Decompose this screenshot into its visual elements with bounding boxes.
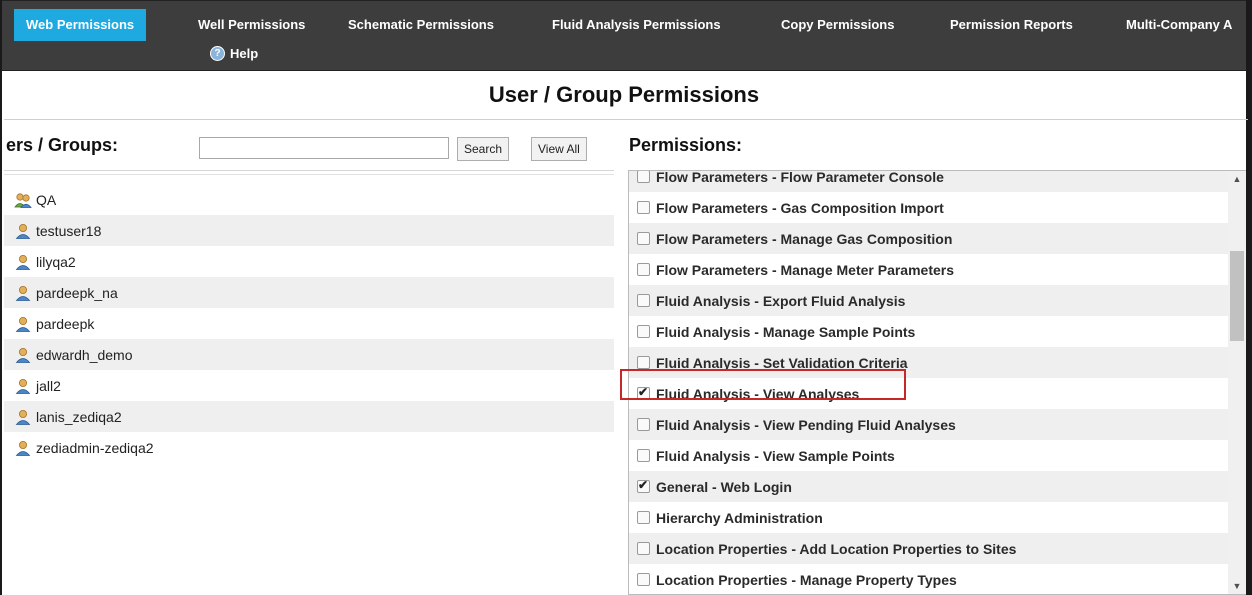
permission-label: Fluid Analysis - View Analyses [656,385,860,402]
users-groups-heading: ers / Groups: [6,135,119,155]
question-circle-icon: ? [210,46,225,61]
tab-web-permissions[interactable]: Web Permissions [14,9,147,41]
search-input[interactable] [199,137,449,159]
permissions-list: Flow Parameters - Flow Parameter Console… [628,170,1246,595]
permission-row: Flow Parameters - Gas Composition Import [629,192,1229,223]
list-divider [4,170,614,171]
tab-fluid-analysis-permissions[interactable]: Fluid Analysis Permissions [552,9,721,41]
permission-checkbox[interactable] [637,478,650,493]
permission-row: Fluid Analysis - View Analyses [629,378,1229,409]
search-button[interactable]: Search [457,137,510,161]
permission-row: Fluid Analysis - Set Validation Criteria [629,347,1229,378]
permission-row: Flow Parameters - Manage Gas Composition [629,223,1229,254]
user-name: testuser18 [36,222,102,239]
permission-row: Fluid Analysis - View Pending Fluid Anal… [629,409,1229,440]
permission-checkbox[interactable] [637,232,650,245]
tab-schematic-permissions[interactable]: Schematic Permissions [348,9,494,41]
group-icon [14,192,32,208]
user-list-item[interactable]: lanis_zediqa2 [4,401,614,432]
scroll-up-arrow-icon[interactable]: ▲ [1228,171,1246,187]
permission-label: Fluid Analysis - Manage Sample Points [656,323,916,340]
permission-checkbox[interactable] [637,542,650,555]
user-list-item[interactable]: pardeepk [4,308,614,339]
user-icon [14,409,32,425]
user-list-item[interactable]: edwardh_demo [4,339,614,370]
user-list-item[interactable]: QA [4,184,614,215]
user-icon [14,316,32,332]
tab-copy-permissions[interactable]: Copy Permissions [781,9,894,41]
user-list-item[interactable]: zediadmin-zediqa2 [4,432,614,463]
tab-multi-company[interactable]: Multi-Company A [1126,9,1232,41]
permission-label: Location Properties - Manage Property Ty… [656,571,957,588]
permission-label: Fluid Analysis - View Pending Fluid Anal… [656,416,956,433]
user-list-item[interactable]: pardeepk_na [4,277,614,308]
tab-well-permissions[interactable]: Well Permissions [198,9,305,41]
permission-label: Fluid Analysis - Export Fluid Analysis [656,292,906,309]
permission-label: Fluid Analysis - View Sample Points [656,447,895,464]
permission-label: Fluid Analysis - Set Validation Criteria [656,354,908,371]
app-window: Web Permissions Well Permissions Schemat… [0,0,1252,595]
user-list-item[interactable]: testuser18 [4,215,614,246]
permission-checkbox[interactable] [637,511,650,524]
permission-label: General - Web Login [656,478,792,495]
permission-row: Flow Parameters - Manage Meter Parameter… [629,254,1229,285]
permission-checkbox[interactable] [637,294,650,307]
help-link[interactable]: ? Help [210,46,258,61]
permission-row: Location Properties - Manage Property Ty… [629,564,1229,594]
permission-checkbox[interactable] [637,263,650,276]
user-icon [14,378,32,394]
permission-label: Hierarchy Administration [656,509,823,526]
permission-label: Flow Parameters - Manage Gas Composition [656,230,953,247]
permission-row: Fluid Analysis - View Sample Points [629,440,1229,471]
user-name: edwardh_demo [36,346,133,363]
nav-divider [2,70,1246,71]
permission-checkbox[interactable] [637,418,650,431]
user-icon [14,223,32,239]
help-label: Help [230,46,259,61]
permission-row: Location Properties - Add Location Prope… [629,533,1229,564]
permission-row: Fluid Analysis - Manage Sample Points [629,316,1229,347]
top-nav-bar: Web Permissions Well Permissions Schemat… [2,0,1246,71]
permission-checkbox[interactable] [637,385,650,400]
permission-checkbox[interactable] [637,573,650,586]
permission-row: Fluid Analysis - Export Fluid Analysis [629,285,1229,316]
permission-label: Flow Parameters - Manage Meter Parameter… [656,261,955,278]
user-name: jall2 [36,377,61,394]
permission-checkbox[interactable] [637,356,650,369]
tab-permission-reports[interactable]: Permission Reports [950,9,1073,41]
view-all-button[interactable]: View All [531,137,587,161]
user-list-item[interactable]: jall2 [4,370,614,401]
user-list-item[interactable]: lilyqa2 [4,246,614,277]
permission-checkbox[interactable] [637,201,650,214]
page-title: User / Group Permissions [488,82,760,107]
user-name: lilyqa2 [36,253,76,270]
scroll-down-arrow-icon[interactable]: ▼ [1228,578,1246,594]
user-name: pardeepk [36,315,95,332]
permission-label: Location Properties - Add Location Prope… [656,540,1017,557]
user-icon [14,254,32,270]
permission-label: Flow Parameters - Gas Composition Import [656,199,944,216]
user-name: zediadmin-zediqa2 [36,439,154,456]
permission-checkbox[interactable] [637,171,650,183]
user-icon [14,347,32,363]
permission-row: General - Web Login [629,471,1229,502]
permissions-scrollbar[interactable]: ▲ ▼ [1228,171,1246,594]
permission-checkbox[interactable] [637,449,650,462]
permissions-heading: Permissions: [629,135,743,155]
user-name: pardeepk_na [36,284,118,301]
scrollbar-thumb[interactable] [1230,251,1244,341]
permission-checkbox[interactable] [637,325,650,338]
permission-row: Hierarchy Administration [629,502,1229,533]
user-icon [14,440,32,456]
list-divider [4,174,614,175]
permission-label: Flow Parameters - Flow Parameter Console [656,170,944,185]
user-icon [14,285,32,301]
user-list: QA testuser18 lilyqa2 pardeepk_na pardeepk ed… [4,184,614,463]
permission-row: Flow Parameters - Flow Parameter Console [629,170,1229,192]
user-name: lanis_zediqa2 [36,408,122,425]
title-divider [4,119,1248,120]
user-name: QA [36,191,57,208]
